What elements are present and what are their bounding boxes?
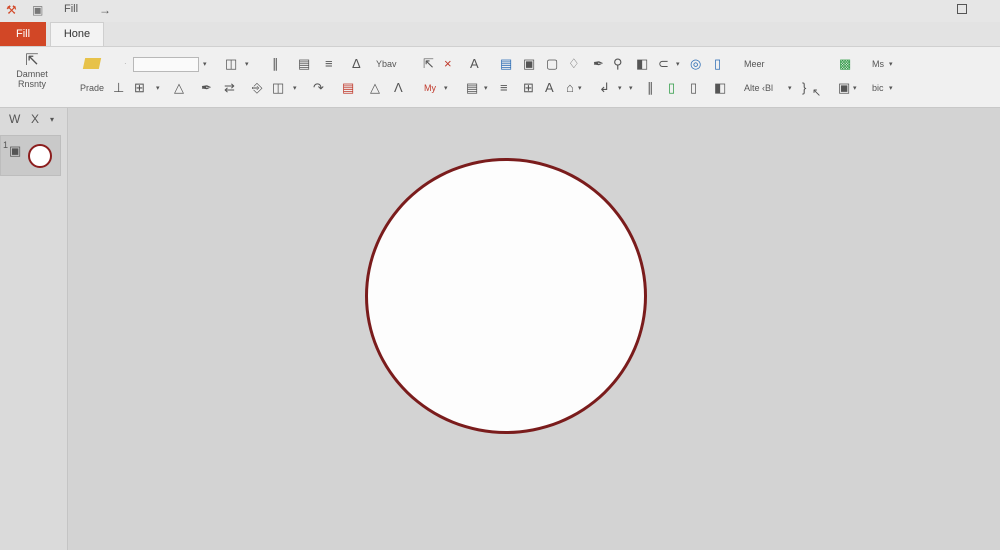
- font-dropdown-icon[interactable]: ▾: [203, 57, 207, 73]
- align-left-icon[interactable]: ◫: [225, 56, 237, 72]
- excel-icon[interactable]: ▩: [839, 56, 851, 72]
- arrange-icon[interactable]: ⇱: [423, 56, 434, 72]
- border-icon[interactable]: ◫: [272, 80, 284, 96]
- paragraph-icon[interactable]: ▤: [466, 80, 478, 96]
- mouse-cursor-icon: ↖: [812, 87, 822, 99]
- bar-icon[interactable]: ∥: [647, 80, 654, 96]
- rotate-dropdown-icon[interactable]: ▾: [618, 81, 622, 97]
- columns-icon[interactable]: ∥: [272, 56, 279, 72]
- document-icon[interactable]: ▤: [500, 56, 512, 72]
- slide-canvas[interactable]: [69, 108, 1000, 550]
- bic-label[interactable]: bic: [872, 81, 884, 95]
- book-icon[interactable]: ◧: [714, 80, 726, 96]
- paste-label[interactable]: Prade: [80, 81, 104, 95]
- title-bar: ⚒ ▣ Fill →: [0, 0, 1000, 22]
- indent-icon[interactable]: ⇄: [224, 80, 235, 96]
- panel-icon[interactable]: ◧: [636, 56, 648, 72]
- chevron-down-icon[interactable]: ▾: [245, 57, 249, 73]
- cursor-icon: ⇱: [25, 52, 39, 69]
- paragraph-dropdown-icon[interactable]: ▾: [484, 81, 488, 97]
- my-dropdown-icon[interactable]: ▾: [444, 81, 448, 97]
- more-dropdown-icon[interactable]: ▾: [629, 81, 633, 97]
- home-icon[interactable]: ⌂: [566, 80, 574, 96]
- ribbon-tabs: Fill Hone: [0, 22, 1000, 46]
- redo-icon[interactable]: ↷: [313, 80, 324, 96]
- tab-home[interactable]: Hone: [50, 22, 104, 46]
- separator: ·: [124, 59, 127, 68]
- text-a-icon[interactable]: A: [545, 80, 554, 96]
- lock-icon[interactable]: ⎆: [252, 80, 262, 96]
- align-center-icon[interactable]: ≡: [325, 56, 333, 72]
- triangle-icon[interactable]: △: [370, 80, 380, 96]
- slide-number: 1: [3, 140, 9, 150]
- pen-icon[interactable]: ✒: [593, 56, 604, 72]
- brace-icon[interactable]: }: [802, 80, 806, 96]
- frame-icon[interactable]: ▢: [546, 56, 558, 72]
- zoom-icon[interactable]: ⚲: [613, 56, 623, 72]
- crop-dropdown-icon[interactable]: ▾: [676, 57, 680, 73]
- pane-tab-w[interactable]: W: [9, 112, 20, 126]
- flask-icon[interactable]: △: [174, 80, 184, 96]
- bic-dropdown-icon[interactable]: ▾: [889, 81, 893, 97]
- shapes-icon[interactable]: ♢: [568, 56, 580, 72]
- record-icon[interactable]: ◎: [690, 56, 701, 72]
- slide-thumbnail[interactable]: 1 ▣: [0, 135, 61, 176]
- rotate-icon[interactable]: ↲: [599, 80, 610, 96]
- highlight-icon[interactable]: ▤: [342, 80, 354, 96]
- cursor-tool-label-1: Damnet: [16, 69, 48, 79]
- pencil-icon[interactable]: ✒: [201, 80, 212, 96]
- circle-shape[interactable]: [365, 158, 647, 434]
- app-icon: ⚒: [6, 3, 17, 17]
- font-name-field[interactable]: [133, 57, 199, 72]
- frame-dropdown-icon[interactable]: ▾: [853, 81, 857, 97]
- close-icon[interactable]: ×: [444, 56, 452, 72]
- frame-select-icon[interactable]: ▣: [838, 80, 850, 96]
- ribbon-toolbar: ⇱ Damnet Rnsnty · ▾ ◫ ▾ ∥ ▤ ≡ Δ Ybav ⇱ ×…: [0, 46, 1000, 108]
- file-icon[interactable]: ▯: [714, 56, 721, 72]
- ms-label[interactable]: Ms: [872, 57, 884, 71]
- table-dropdown-icon[interactable]: ▾: [156, 81, 160, 97]
- page-icon[interactable]: ▯: [690, 80, 697, 96]
- border-dropdown-icon[interactable]: ▾: [293, 81, 297, 97]
- paste-icon[interactable]: [82, 58, 102, 69]
- pane-menu-icon[interactable]: ▾: [50, 115, 54, 124]
- crop-icon[interactable]: ⊂: [658, 56, 669, 72]
- list-icon[interactable]: ▤: [298, 56, 310, 72]
- bullets-icon[interactable]: ≡: [500, 80, 508, 96]
- window-title: Fill: [64, 3, 79, 15]
- text-glow-label[interactable]: Ybav: [376, 57, 397, 71]
- save-icon[interactable]: ▣: [32, 3, 43, 17]
- tab-file[interactable]: Fill: [0, 22, 46, 46]
- ms-dropdown-icon[interactable]: ▾: [889, 57, 893, 73]
- thumbnail-circle: [28, 144, 52, 168]
- meer-label[interactable]: Meer: [744, 57, 765, 71]
- table-icon[interactable]: ⊞: [134, 80, 145, 96]
- image-icon[interactable]: ▣: [523, 56, 535, 72]
- underline-icon[interactable]: ⊥: [113, 80, 124, 96]
- grid-icon[interactable]: ⊞: [523, 80, 534, 96]
- pane-tab-x[interactable]: X: [31, 112, 39, 126]
- green-doc-icon[interactable]: ▯: [668, 80, 675, 96]
- forward-icon[interactable]: →: [99, 3, 111, 17]
- my-label[interactable]: My: [424, 81, 436, 95]
- slides-pane: W X ▾ 1 ▣: [0, 108, 68, 550]
- font-a-icon[interactable]: A: [470, 56, 479, 72]
- slide-layout-icon: ▣: [9, 143, 22, 158]
- restore-window-button[interactable]: [957, 4, 967, 14]
- cursor-tool-label-2: Rnsnty: [17, 79, 46, 89]
- cursor-tool-button[interactable]: ⇱ Damnet Rnsnty: [10, 52, 54, 90]
- text-effects-icon[interactable]: Δ: [352, 56, 361, 72]
- alte-dropdown-icon[interactable]: ▾: [788, 81, 792, 97]
- chevron-icon[interactable]: Λ: [394, 80, 403, 96]
- home-dropdown-icon[interactable]: ▾: [578, 81, 582, 97]
- alte-label[interactable]: Alte ‹Bl: [744, 81, 773, 95]
